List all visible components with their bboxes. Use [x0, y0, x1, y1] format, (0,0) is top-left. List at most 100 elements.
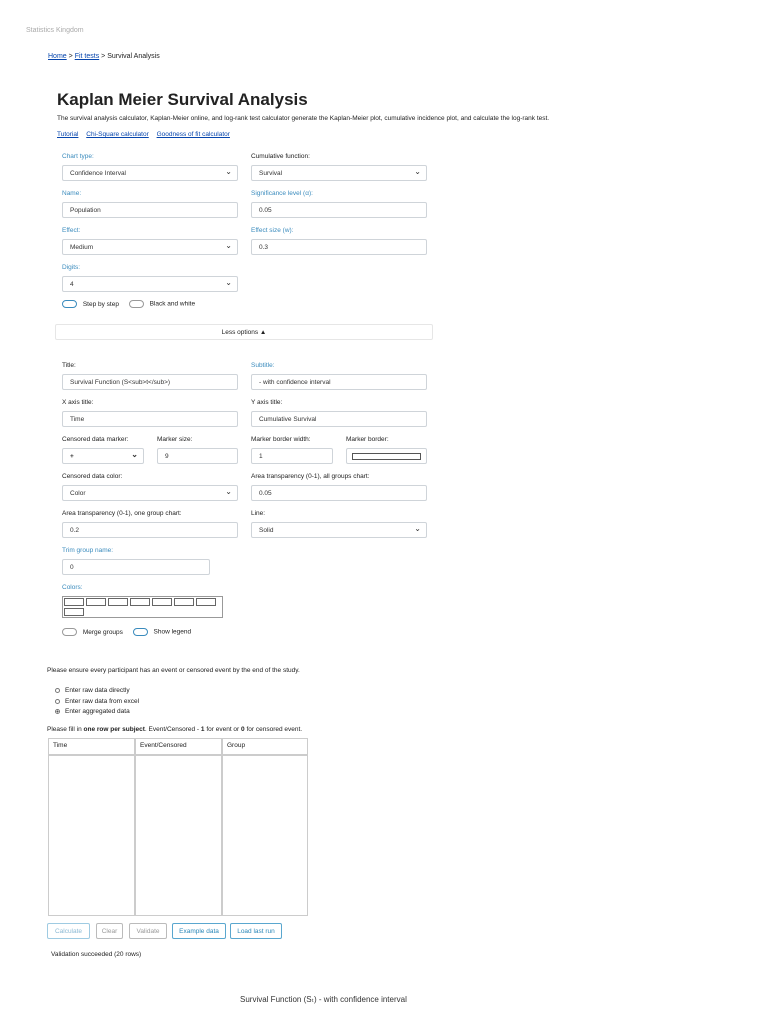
censored-color-select[interactable]: Color — [62, 485, 238, 501]
line-select[interactable]: Solid — [251, 522, 427, 538]
censored-marker-select[interactable]: + — [62, 448, 144, 464]
trim-group-input[interactable]: 0 — [62, 559, 210, 575]
link-chi-square[interactable]: Chi-Square calculator — [86, 131, 149, 138]
fill-text: for event or — [204, 726, 242, 733]
link-tutorial[interactable]: Tutorial — [57, 131, 78, 138]
black-white-toggle[interactable] — [128, 300, 144, 308]
options-toggles: Step by step Black and white — [62, 300, 195, 308]
column-header-time[interactable]: Time — [48, 738, 135, 755]
effect-select[interactable]: Medium — [62, 239, 238, 255]
calculate-button[interactable]: Calculate — [47, 923, 90, 939]
show-legend-toggle[interactable] — [132, 628, 148, 636]
entry-option-label: Enter aggregated data — [65, 708, 130, 715]
fill-text: for censored event. — [244, 726, 303, 733]
color-swatch[interactable] — [64, 608, 84, 616]
cumulative-function-label: Cumulative function: — [251, 153, 310, 160]
validation-status: Validation succeeded (20 rows) — [51, 951, 142, 958]
less-options-button[interactable]: Less options ▲ — [55, 324, 433, 340]
fill-text: . Event/Censored - — [144, 726, 201, 733]
legend-toggles: Merge groups Show legend — [62, 628, 191, 636]
digits-label: Digits: — [62, 264, 81, 271]
area-transparency-one-input[interactable]: 0.2 — [62, 522, 238, 538]
censored-marker-label: Censored data marker: — [62, 436, 129, 443]
black-white-label: Black and white — [149, 300, 196, 308]
color-swatch[interactable] — [86, 598, 106, 606]
time-column-input[interactable] — [48, 755, 135, 916]
entry-option[interactable]: Enter raw data from excel — [55, 698, 139, 705]
site-name[interactable]: Statistics Kingdom — [26, 27, 84, 34]
fill-text: Please fill in — [47, 726, 84, 733]
significance-input[interactable]: 0.05 — [251, 202, 427, 218]
radio-button[interactable] — [55, 687, 60, 693]
effect-size-input[interactable]: 0.3 — [251, 239, 427, 255]
marker-border-width-input[interactable]: 1 — [251, 448, 333, 464]
name-input[interactable]: Population — [62, 202, 238, 218]
breadcrumb-current: Survival Analysis — [107, 53, 160, 60]
chart-type-label: Chart type: — [62, 153, 94, 160]
page-title: Kaplan Meier Survival Analysis — [57, 90, 308, 109]
entry-option-label: Enter raw data directly — [65, 687, 130, 694]
fill-instructions: Please fill in one row per subject. Even… — [47, 726, 302, 733]
validate-button[interactable]: Validate — [129, 923, 167, 939]
breadcrumb-home[interactable]: Home — [48, 53, 67, 60]
color-swatch[interactable] — [152, 598, 172, 606]
show-legend-label: Show legend — [153, 628, 192, 636]
breadcrumb-separator: > — [101, 53, 106, 60]
breadcrumb: Home > Fit tests > Survival Analysis — [48, 53, 160, 60]
area-transparency-all-input[interactable]: 0.05 — [251, 485, 427, 501]
event-column-input[interactable] — [135, 755, 222, 916]
step-by-step-toggle[interactable] — [62, 300, 77, 308]
censored-color-label: Censored data color: — [62, 473, 123, 480]
marker-border-label: Marker border: — [346, 436, 389, 443]
radio-button[interactable] — [55, 708, 60, 714]
area-transparency-one-label: Area transparency (0-1), one group chart… — [62, 510, 182, 517]
significance-label: Significance level (α): — [251, 190, 313, 197]
color-swatch[interactable] — [196, 598, 216, 606]
cumulative-function-select[interactable]: Survival — [251, 165, 427, 181]
title-label: Title: — [62, 362, 76, 369]
subtitle-input[interactable]: - with confidence interval — [251, 374, 427, 390]
x-axis-input[interactable]: Time — [62, 411, 238, 427]
load-last-run-button[interactable]: Load last run — [230, 923, 282, 939]
title-input[interactable]: Survival Function (S<sub>t</sub>) — [62, 374, 238, 390]
column-header-group[interactable]: Group — [222, 738, 308, 755]
entry-option[interactable]: Enter aggregated data — [55, 708, 130, 715]
column-header-event[interactable]: Event/Censored — [135, 738, 222, 755]
step-by-step-label: Step by step — [82, 300, 119, 308]
effect-size-label: Effect size (w): — [251, 227, 294, 234]
related-links: Tutorial Chi-Square calculator Goodness … — [57, 131, 236, 138]
marker-size-input[interactable]: 9 — [157, 448, 238, 464]
entry-option-label: Enter raw data from excel — [65, 698, 140, 705]
y-axis-label: Y axis title: — [251, 399, 283, 406]
marker-size-label: Marker size: — [157, 436, 193, 443]
marker-border-width-label: Marker border width: — [251, 436, 311, 443]
subtitle-label: Subtitle: — [251, 362, 275, 369]
breadcrumb-fit-tests[interactable]: Fit tests — [75, 53, 100, 60]
color-swatch[interactable] — [64, 598, 84, 606]
link-goodness-of-fit[interactable]: Goodness of fit calculator — [157, 131, 230, 138]
y-axis-input[interactable]: Cumulative Survival — [251, 411, 427, 427]
color-swatch[interactable] — [174, 598, 194, 606]
clear-button[interactable]: Clear — [96, 923, 123, 939]
fill-emphasis: one row per subject — [83, 726, 145, 733]
chart-type-select[interactable]: Confidence Interval — [62, 165, 238, 181]
group-column-input[interactable] — [222, 755, 308, 916]
x-axis-label: X axis title: — [62, 399, 94, 406]
chart-title: Survival Function (Sₜ) - with confidence… — [240, 995, 407, 1004]
entry-option[interactable]: Enter raw data directly — [55, 687, 130, 694]
study-notice: Please ensure every participant has an e… — [47, 667, 300, 674]
color-swatch[interactable] — [130, 598, 150, 606]
color-swatch[interactable] — [108, 598, 128, 606]
trim-group-label: Trim group name: — [62, 547, 114, 554]
colors-palette — [62, 596, 223, 618]
merge-groups-toggle[interactable] — [62, 628, 77, 636]
marker-border-color[interactable] — [346, 448, 427, 464]
effect-label: Effect: — [62, 227, 81, 234]
line-label: Line: — [251, 510, 266, 517]
merge-groups-label: Merge groups — [82, 628, 123, 636]
example-data-button[interactable]: Example data — [172, 923, 226, 939]
marker-border-swatch — [352, 453, 421, 460]
digits-select[interactable]: 4 — [62, 276, 238, 292]
radio-button[interactable] — [55, 698, 60, 704]
page-intro: The survival analysis calculator, Kaplan… — [57, 115, 550, 122]
